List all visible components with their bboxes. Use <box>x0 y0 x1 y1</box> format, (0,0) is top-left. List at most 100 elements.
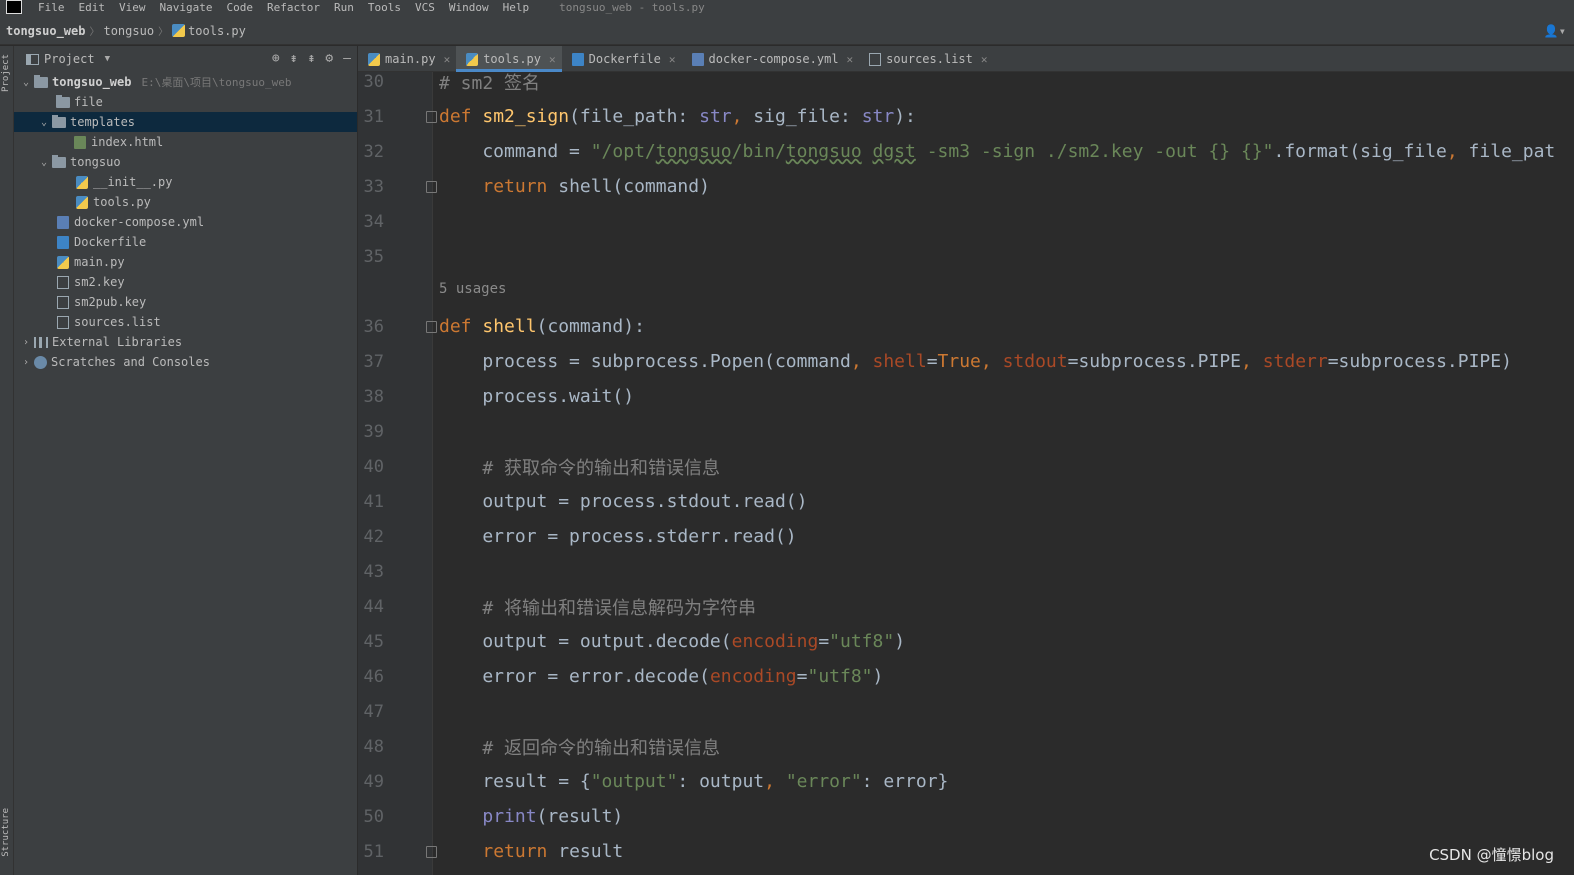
line-number: 30 <box>363 72 384 92</box>
code-line: 51 return result <box>358 834 1574 869</box>
docker-compose-icon <box>57 215 69 229</box>
structure-tool-window-button[interactable]: Structure <box>1 808 11 857</box>
breadcrumb-folder[interactable]: tongsuo <box>103 24 154 38</box>
code-text: print(result) <box>482 806 624 827</box>
close-icon[interactable]: ✕ <box>847 53 854 66</box>
menu-run[interactable]: Run <box>334 3 354 15</box>
chevron-down-icon[interactable]: ⌄ <box>36 157 52 168</box>
code-editor[interactable]: 30 # sm2 签名 31 def sm2_sign(file_path: str,… <box>358 72 1574 875</box>
code-line: 46 error = error.decode(encoding="utf8") <box>358 659 1574 694</box>
line-number: 37 <box>363 351 384 372</box>
tree-item-tools-py[interactable]: tools.py <box>14 192 357 212</box>
pycharm-logo-icon <box>4 0 26 17</box>
fold-marker-icon[interactable] <box>426 110 437 123</box>
watermark: CSDN @憧憬blog <box>1429 846 1554 864</box>
code-text: command = "/opt/tongsuo/bin/tongsuo dgst… <box>439 141 1556 162</box>
hide-panel-icon[interactable]: — <box>343 51 351 66</box>
menu-tools[interactable]: Tools <box>368 3 401 15</box>
tab-sources-list[interactable]: sources.list ✕ <box>859 46 993 72</box>
menu-vcs[interactable]: VCS <box>415 3 435 15</box>
line-number: 46 <box>363 666 384 687</box>
close-icon[interactable]: ✕ <box>669 53 676 66</box>
tree-item-file[interactable]: file <box>14 92 357 112</box>
expand-all-icon[interactable]: ⇟ <box>290 51 298 66</box>
close-icon[interactable]: ✕ <box>981 53 988 66</box>
chevron-down-icon[interactable]: ▼ <box>105 54 110 64</box>
tree-item-label: sm2pub.key <box>74 295 147 309</box>
project-path: E:\桌面\项目\tongsuo_web <box>141 76 292 89</box>
close-icon[interactable]: ✕ <box>549 53 556 66</box>
chevron-down-icon[interactable]: ⌄ <box>18 77 34 88</box>
menu-view[interactable]: View <box>119 3 146 15</box>
tree-item-index-html[interactable]: index.html <box>14 132 357 152</box>
code-line: 38 process.wait() <box>358 379 1574 414</box>
tab-label: tools.py <box>483 52 541 66</box>
line-number: 51 <box>363 841 384 862</box>
project-tool-window-button[interactable]: Project <box>1 54 11 92</box>
tab-label: sources.list <box>886 52 973 66</box>
close-icon[interactable]: ✕ <box>444 53 451 66</box>
project-view-icon <box>26 53 39 65</box>
menu-edit[interactable]: Edit <box>79 3 106 15</box>
tree-item-tongsuo-web[interactable]: ⌄ tongsuo_web E:\桌面\项目\tongsuo_web <box>14 72 357 92</box>
usages-hint[interactable]: 5 usages <box>439 281 506 297</box>
breadcrumb-file[interactable]: tools.py <box>188 24 246 38</box>
locate-file-icon[interactable]: ⊕ <box>272 51 280 66</box>
tab-main-py[interactable]: main.py ✕ <box>358 46 456 72</box>
tab-tools-py[interactable]: tools.py ✕ <box>456 46 563 72</box>
line-number: 45 <box>363 631 384 652</box>
chevron-down-icon[interactable]: ⌄ <box>36 117 52 128</box>
code-text: # 获取命令的输出和错误信息 <box>482 457 721 479</box>
tree-item-sm2-key[interactable]: sm2.key <box>14 272 357 292</box>
chevron-right-icon[interactable]: › <box>18 357 34 368</box>
collapse-all-icon[interactable]: ⇞ <box>308 51 316 66</box>
line-number: 35 <box>363 246 384 267</box>
code-text: result = {"output": output, "error": err… <box>439 771 949 792</box>
tab-docker-compose[interactable]: docker-compose.yml ✕ <box>682 46 860 72</box>
chevron-right-icon[interactable]: › <box>18 337 34 348</box>
tree-item-scratches[interactable]: › Scratches and Consoles <box>14 352 357 372</box>
code-line: 37 process = subprocess.Popen(command, s… <box>358 344 1574 379</box>
fold-marker-icon[interactable] <box>426 845 437 858</box>
fold-marker-icon[interactable] <box>426 180 437 193</box>
menu-file[interactable]: File <box>38 3 65 15</box>
tree-item-sources-list[interactable]: sources.list <box>14 312 357 332</box>
fold-marker-icon[interactable] <box>426 320 437 333</box>
line-number: 50 <box>363 806 384 827</box>
tab-dockerfile[interactable]: Dockerfile ✕ <box>562 46 682 72</box>
tree-item-templates[interactable]: ⌄ templates <box>14 112 357 132</box>
docker-compose-icon <box>691 52 704 66</box>
text-file-icon <box>57 315 69 329</box>
line-number: 40 <box>363 456 384 477</box>
tree-item-tongsuo[interactable]: ⌄ tongsuo <box>14 152 357 172</box>
html-file-icon <box>74 135 86 149</box>
line-number: 38 <box>363 386 384 407</box>
tree-item-label: tools.py <box>93 195 151 209</box>
tree-item-sm2pub-key[interactable]: sm2pub.key <box>14 292 357 312</box>
code-text: output = output.decode(encoding="utf8") <box>439 631 906 652</box>
code-line: 32 command = "/opt/tongsuo/bin/tongsuo d… <box>358 134 1574 169</box>
line-number: 36 <box>363 316 384 337</box>
breadcrumb-project[interactable]: tongsuo_web <box>6 24 85 38</box>
breadcrumb-separator-icon: 〉 <box>158 27 169 38</box>
user-account-icon[interactable]: 👤▾ <box>1544 24 1566 38</box>
line-number: 39 <box>363 421 384 442</box>
code-text: error = process.stderr.read() <box>439 526 797 547</box>
gear-icon[interactable]: ⚙ <box>325 51 333 66</box>
code-text: process.wait() <box>439 386 635 407</box>
tree-item-label: __init__.py <box>93 175 173 189</box>
menu-help[interactable]: Help <box>503 3 530 15</box>
tree-item-docker-compose[interactable]: docker-compose.yml <box>14 212 357 232</box>
menu-navigate[interactable]: Navigate <box>160 3 213 15</box>
scratches-icon <box>34 355 47 369</box>
tree-item-external-libraries[interactable]: › External Libraries <box>14 332 357 352</box>
code-line: 34 <box>358 204 1574 239</box>
project-panel-title[interactable]: Project <box>44 52 95 66</box>
line-number: 33 <box>363 176 384 197</box>
menu-window[interactable]: Window <box>449 3 489 15</box>
tree-item-main-py[interactable]: main.py <box>14 252 357 272</box>
menu-refactor[interactable]: Refactor <box>267 3 320 15</box>
tree-item-init-py[interactable]: __init__.py <box>14 172 357 192</box>
tree-item-dockerfile[interactable]: Dockerfile <box>14 232 357 252</box>
menu-code[interactable]: Code <box>226 3 253 15</box>
